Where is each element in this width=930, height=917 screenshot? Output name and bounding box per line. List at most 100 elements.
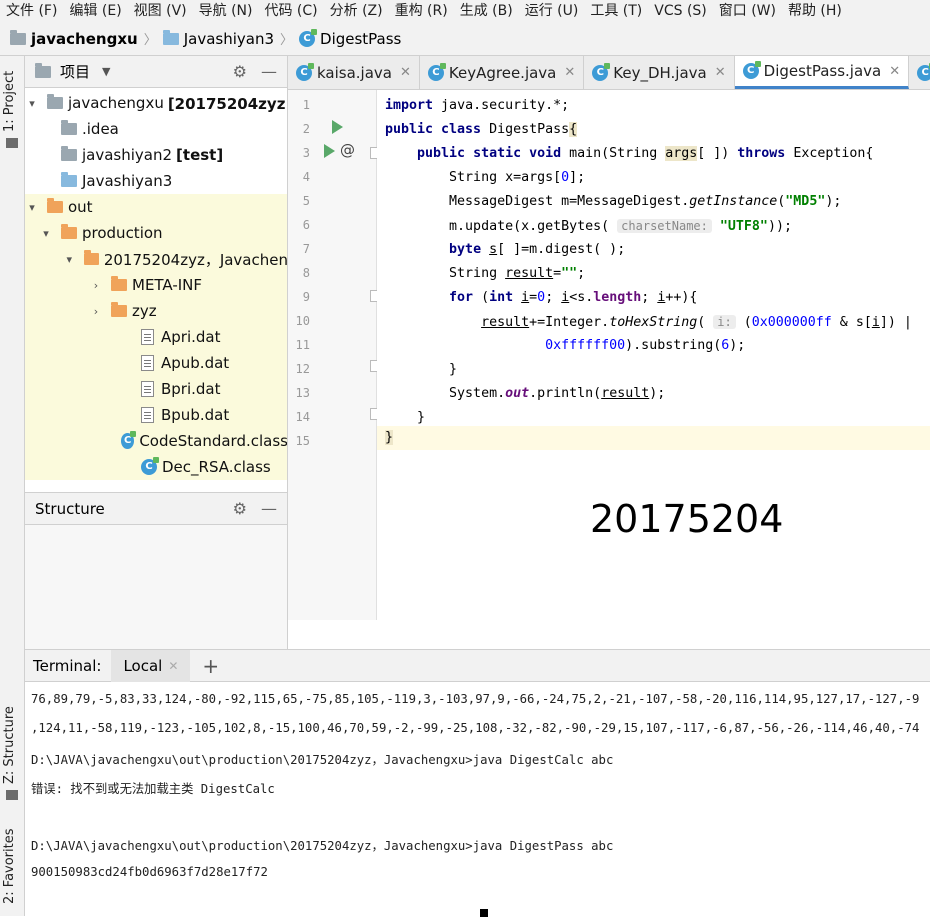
tree-item[interactable]: C Dec_RSA.class: [25, 454, 287, 480]
tab-label: Key_DH.java: [613, 63, 707, 82]
tree-item[interactable]: Apub.dat: [25, 350, 287, 376]
close-icon[interactable]: ✕: [564, 65, 575, 80]
code-line-7: byte s[ ]=m.digest( );: [449, 242, 626, 257]
tab-digestpass-java[interactable]: C DigestPass.java ✕: [734, 56, 910, 89]
folder-icon: [61, 120, 77, 135]
tree-item[interactable]: Bpub.dat: [25, 402, 287, 428]
class-icon: C: [299, 28, 318, 47]
menu-item[interactable]: 编辑 (E): [63, 3, 127, 19]
tree-item[interactable]: › zyz: [25, 298, 287, 324]
code-line-12: }: [385, 362, 458, 377]
breadcrumb-project[interactable]: javachengxu: [10, 29, 138, 48]
chevron-right-icon[interactable]: ›: [89, 279, 103, 292]
close-icon[interactable]: ✕: [168, 659, 178, 673]
breadcrumb-class-label: DigestPass: [320, 29, 402, 48]
structure-tool-tab[interactable]: Z: Structure: [2, 706, 17, 784]
favorites-tool-tab[interactable]: 2: Favorites: [2, 828, 17, 904]
tree-item[interactable]: ▾ javachengxu[20175204zyz，Javac: [25, 90, 287, 116]
terminal-line: 76,89,79,-5,83,33,124,-80,-92,115,65,-75…: [31, 692, 920, 706]
tree-item[interactable]: Bpri.dat: [25, 376, 287, 402]
tree-item-tag: [20175204zyz，Javac: [167, 94, 287, 113]
class-icon: C: [592, 62, 611, 81]
tree-item[interactable]: ▾ production: [25, 220, 287, 246]
tree-item[interactable]: ▾ 20175204zyz，Javachen: [25, 246, 287, 272]
menu-item[interactable]: VCS (S): [648, 3, 713, 19]
chevron-down-icon[interactable]: ▾: [39, 227, 53, 240]
menu-item[interactable]: 运行 (U): [519, 3, 585, 19]
close-icon[interactable]: ✕: [889, 64, 900, 79]
line-number: 10: [295, 314, 310, 328]
project-panel-title[interactable]: 项目: [60, 61, 90, 82]
tab-key-dh-java[interactable]: C Key_DH.java ✕: [584, 56, 735, 89]
structure-panel-title: Structure: [35, 499, 105, 518]
run-class-icon[interactable]: [332, 120, 343, 134]
menu-item[interactable]: 重构 (R): [389, 3, 454, 19]
menu-item[interactable]: 生成 (B): [454, 3, 519, 19]
code-line-1: import java.security.*;: [385, 98, 570, 113]
minimize-icon[interactable]: —: [261, 499, 277, 518]
line-number: 1: [302, 98, 310, 112]
terminal-tab-local[interactable]: Local ✕: [111, 649, 191, 682]
gear-icon[interactable]: ⚙: [233, 62, 247, 81]
menu-item[interactable]: 导航 (N): [193, 3, 259, 19]
breadcrumb-class[interactable]: C DigestPass: [299, 28, 402, 48]
tree-item[interactable]: C CodeStandard.class: [25, 428, 287, 454]
code-line-15: }: [377, 426, 930, 450]
structure-panel: Structure ⚙ —: [25, 492, 288, 649]
close-icon[interactable]: ✕: [715, 65, 726, 80]
breadcrumb-module[interactable]: Javashiyan3: [162, 29, 274, 48]
folder-icon: [61, 224, 77, 239]
minimize-icon[interactable]: —: [261, 62, 277, 81]
menu-item[interactable]: 文件 (F): [0, 3, 63, 19]
structure-tool-icon: [6, 790, 18, 800]
chevron-right-icon: 〉: [143, 33, 157, 48]
tab-overflow[interactable]: C: [909, 56, 930, 89]
project-tool-tab[interactable]: 1: Project: [2, 71, 17, 132]
menu-item[interactable]: 窗口 (W): [713, 3, 782, 19]
tree-item[interactable]: ▾ out: [25, 194, 287, 220]
class-icon: C: [917, 62, 930, 81]
tree-item-label: .idea: [82, 120, 119, 138]
chevron-down-icon[interactable]: ▾: [63, 253, 76, 266]
tab-label: kaisa.java: [317, 63, 392, 82]
watermark-text: 20175204: [590, 497, 784, 541]
tab-label: KeyAgree.java: [448, 63, 557, 82]
tree-item-label: zyz: [132, 302, 157, 320]
editor-tab-bar: Ckaisa.java ✕ C KeyAgree.java ✕ C Key_DH.jav…: [288, 56, 930, 90]
terminal-line: D:\JAVA\javachengxu\out\production\20175…: [31, 753, 614, 767]
line-number: 7: [302, 242, 310, 256]
run-main-icon[interactable]: [324, 144, 335, 158]
terminal-line: 900150983cd24fb0d6963f7d28e17f72: [31, 865, 268, 879]
terminal-title: Terminal:: [33, 656, 102, 675]
close-icon[interactable]: ✕: [400, 65, 411, 80]
code-line-2: public class DigestPass{: [385, 122, 578, 137]
chevron-right-icon[interactable]: ›: [89, 305, 103, 318]
tree-item[interactable]: Apri.dat: [25, 324, 287, 350]
menu-item[interactable]: 视图 (V): [128, 3, 193, 19]
tree-item-label: javashiyan2: [82, 146, 173, 164]
chevron-down-icon[interactable]: ▼: [102, 65, 110, 78]
tree-item-label: production: [82, 224, 163, 242]
tree-item[interactable]: › META-INF: [25, 272, 287, 298]
line-number: 6: [302, 218, 310, 232]
file-icon: [141, 381, 154, 397]
chevron-down-icon[interactable]: ▾: [25, 201, 39, 214]
file-icon: [141, 407, 154, 423]
tab-kaisa-java[interactable]: Ckaisa.java ✕: [288, 56, 420, 89]
tree-item-label: Javashiyan3: [82, 172, 173, 190]
new-terminal-icon[interactable]: +: [202, 654, 219, 678]
tab-keyagree-java[interactable]: C KeyAgree.java ✕: [420, 56, 585, 89]
tree-item[interactable]: javashiyan2 [test]: [25, 142, 223, 168]
line-number: 13: [295, 386, 310, 400]
menu-item[interactable]: 帮助 (H): [782, 3, 848, 19]
project-panel-header: 项目 ▼ ⚙ —: [25, 56, 287, 88]
menu-item[interactable]: 工具 (T): [584, 3, 648, 19]
chevron-down-icon[interactable]: ▾: [25, 97, 39, 110]
menu-item[interactable]: 代码 (C): [258, 3, 323, 19]
menu-item[interactable]: 分析 (Z): [324, 3, 389, 19]
folder-icon: [61, 146, 77, 161]
tree-item[interactable]: .idea: [25, 116, 119, 142]
tree-item[interactable]: Javashiyan3: [25, 168, 172, 194]
tree-item-label: META-INF: [132, 276, 203, 294]
gear-icon[interactable]: ⚙: [233, 499, 247, 518]
